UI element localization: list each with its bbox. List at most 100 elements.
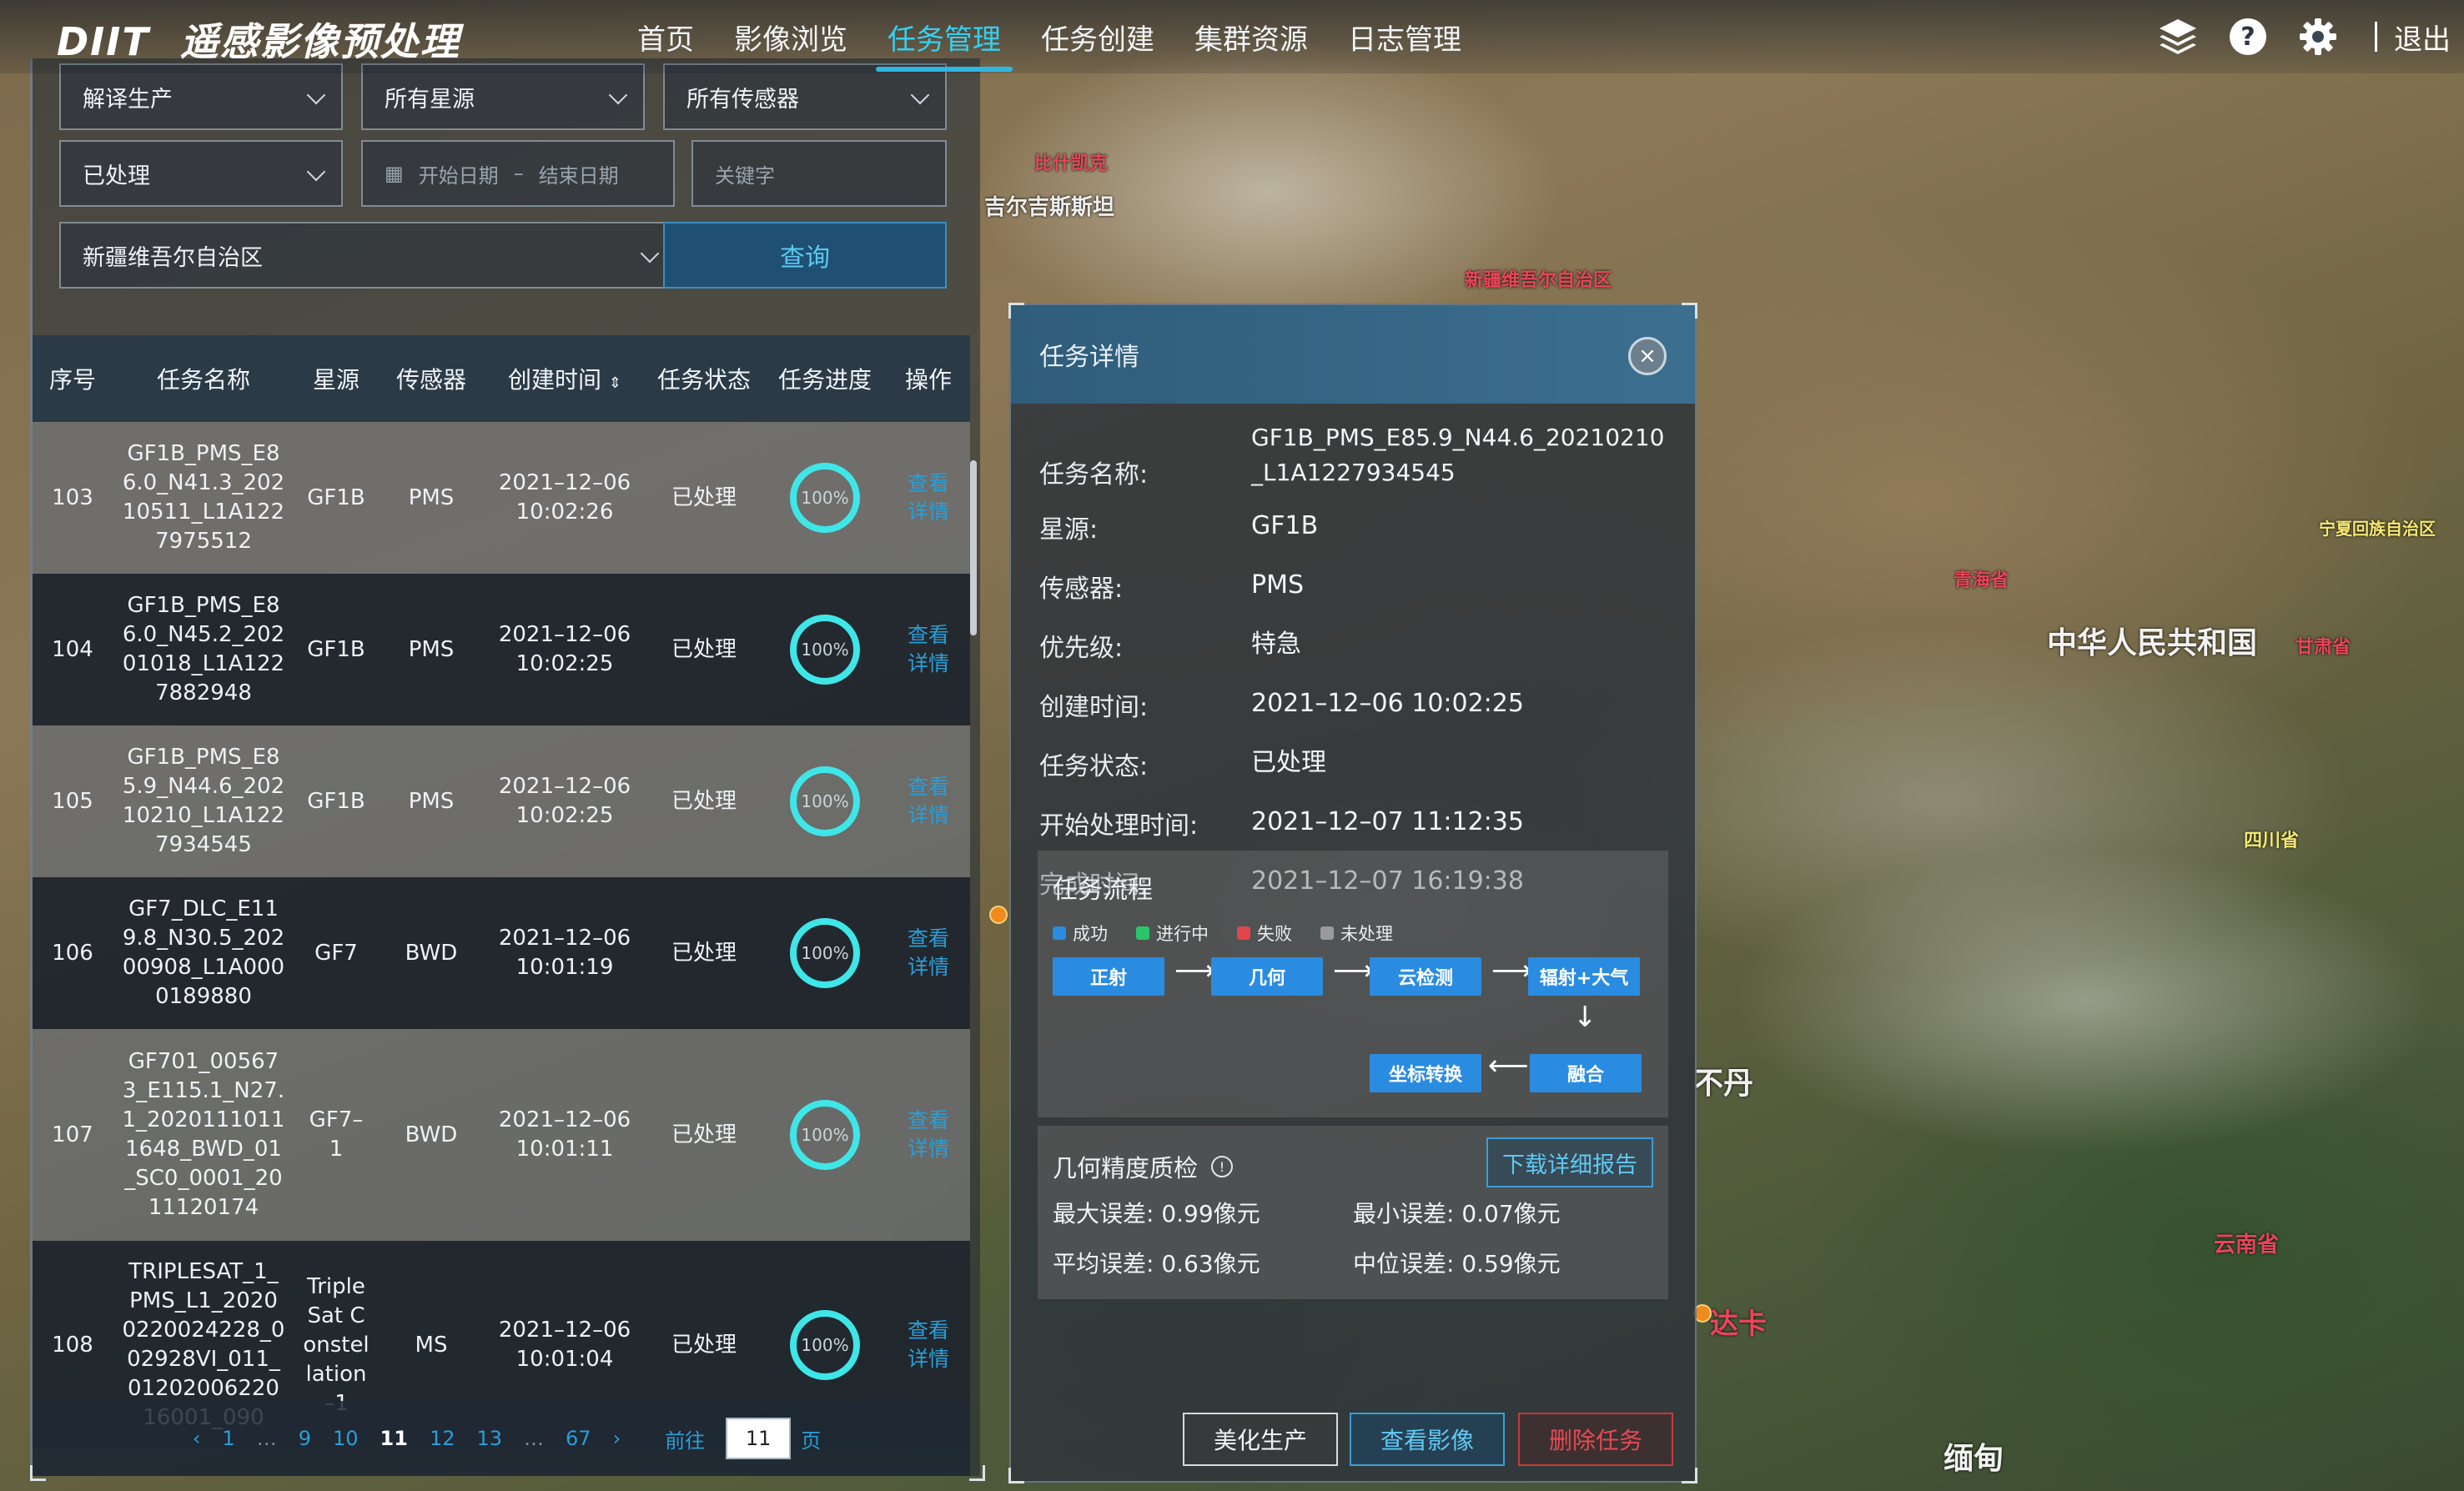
table-scrollbar[interactable] [970,460,977,635]
sensor-select[interactable]: 所有传感器 [663,63,947,130]
table-row[interactable]: 103 GF1B_PMS_E8 6.0_N41.3_202 10511_L1A122 7… [33,422,970,574]
cell-status: 已处理 [671,636,737,662]
beautify-production-button[interactable]: 美化生产 [1183,1413,1338,1466]
flow-step-radiometric[interactable]: 辐射+大气 [1528,957,1640,996]
type-select[interactable]: 解译生产 [59,63,343,130]
table-header: 序号 任务名称 星源 传感器 创建时间 ⇕ 任务状态 任务进度 操作 [33,335,970,422]
map-label: 缅甸 [1944,1442,2004,1476]
cell-sensor: BWD [405,940,458,966]
next-page-button[interactable]: › [613,1427,621,1450]
legend-swatch [1053,926,1066,940]
close-icon[interactable]: × [1628,337,1667,375]
page-number[interactable]: 9 [299,1427,311,1450]
flow-step-coordinate-transform[interactable]: 坐标转换 [1370,1054,1481,1092]
progress-ring: 100% [790,615,860,685]
view-details-link[interactable]: 查看 详情 [887,621,970,678]
view-details-text: 查看 [907,623,949,647]
progress-ring: 100% [790,1310,860,1380]
page-number[interactable]: 67 [566,1427,591,1450]
col-header-operation: 操作 [904,366,952,394]
table-row[interactable]: 107 GF701_00567 3_E115.1_N27. 1_2020111011 1… [33,1029,970,1241]
nav-task-create[interactable]: 任务创建 [1021,0,1174,73]
panel-corner [30,1465,46,1481]
end-date-field[interactable]: 结束日期 [539,159,619,188]
cell-sensor: PMS [408,484,455,510]
geo-qc-title-text: 几何精度质检 [1053,1154,1199,1182]
status-select[interactable]: 已处理 [59,140,343,207]
flow-step-cloud-detect[interactable]: 云检测 [1370,957,1481,996]
page-suffix: 页 [801,1428,822,1453]
page-number[interactable]: 13 [476,1427,502,1450]
flow-step-fusion[interactable]: 融合 [1530,1054,1642,1092]
prev-page-button[interactable]: ‹ [193,1427,201,1450]
time-line: 10:02:25 [515,803,614,828]
info-icon[interactable]: ! [1211,1156,1234,1177]
task-name-line: 1648_BWD_01 [125,1137,282,1162]
min-error: 最小误差: 0.07像元 [1353,1200,1561,1227]
time-line: 2021–12–06 [498,926,631,951]
help-icon[interactable]: ? [2226,15,2270,58]
date-range-picker[interactable]: ▦ 开始日期 – 结束日期 [361,140,675,207]
date-separator: – [513,162,524,185]
task-name-line: 10511_L1A122 [122,500,285,525]
legend-label: 未处理 [1340,924,1393,944]
table-row[interactable]: 104 GF1B_PMS_E8 6.0_N45.2_202 01018_L1A122 7… [33,574,970,725]
cell-sensor: PMS [408,788,455,814]
view-details-link[interactable]: 查看 详情 [887,1317,970,1373]
field-value: 特急 [1251,630,1301,659]
cell-status: 已处理 [671,788,737,814]
field-value: 2021–12–06 10:02:25 [1251,689,1524,718]
nav-cluster-resources[interactable]: 集群资源 [1174,0,1328,73]
view-details-text: 详情 [907,955,949,979]
goto-page-input[interactable]: 11 [726,1418,792,1459]
nav-image-browse[interactable]: 影像浏览 [714,0,867,73]
table-row[interactable]: 105 GF1B_PMS_E8 5.9_N44.6_202 10210_L1A122 7… [33,725,970,877]
page-number[interactable]: 1 [222,1427,234,1450]
view-details-link[interactable]: 查看 详情 [887,773,970,830]
task-name-line: 01018_L1A122 [122,651,285,676]
col-header-satellite: 星源 [312,366,360,394]
query-button[interactable]: 查询 [663,222,947,289]
flow-step-orthorectify[interactable]: 正射 [1053,957,1164,996]
task-name-line: 9.8_N30.5_202 [122,926,285,951]
map-marker[interactable] [989,906,1008,924]
nav-home[interactable]: 首页 [617,0,714,73]
page-number[interactable]: 12 [430,1427,455,1450]
map-label: 青海省 [1954,570,2009,591]
sort-icon[interactable]: ⇕ [609,374,621,392]
time-line: 10:01:11 [515,1137,614,1162]
satellite-line: GF7– [309,1107,364,1132]
legend-swatch [1136,926,1149,940]
table-row[interactable]: 106 GF7_DLC_E11 9.8_N30.5_202 00908_L1A000 0… [33,877,970,1029]
field-value: 已处理 [1251,748,1326,777]
region-select[interactable]: 新疆维吾尔自治区 [59,222,676,289]
settings-gear-icon[interactable] [2296,15,2340,58]
download-report-button[interactable]: 下载详细报告 [1486,1137,1653,1187]
view-details-text: 查看 [907,1108,949,1132]
view-details-link[interactable]: 查看 详情 [887,469,970,526]
detail-field: 任务名称: GF1B_PMS_E85.9_N44.6_20210210_L1A12… [1039,420,1673,490]
dialog-corner [1682,303,1697,319]
delete-task-button[interactable]: 删除任务 [1518,1413,1673,1466]
view-details-link[interactable]: 查看 详情 [887,925,970,981]
view-details-link[interactable]: 查看 详情 [887,1107,970,1163]
nav-task-management[interactable]: 任务管理 [867,0,1021,73]
start-date-field[interactable]: 开始日期 [419,159,499,188]
layers-icon[interactable] [2156,15,2200,58]
col-header-created[interactable]: 创建时间 ⇕ [485,362,645,395]
chevron-down-icon [640,243,660,264]
legend-item: 失败 [1237,921,1292,946]
progress-ring: 100% [790,463,860,533]
cell-satellite: GF7 [294,939,378,968]
satellite-select[interactable]: 所有星源 [361,63,645,130]
page-number[interactable]: 11 [380,1427,408,1450]
legend-swatch [1320,926,1334,940]
view-image-button[interactable]: 查看影像 [1350,1413,1505,1466]
logout-button[interactable]: 退出 [2394,17,2451,58]
keyword-input[interactable]: 关键字 [691,140,947,207]
nav-log-management[interactable]: 日志管理 [1328,0,1481,73]
field-value: GF1B [1251,511,1319,540]
flow-step-geometry[interactable]: 几何 [1211,957,1323,996]
page-number[interactable]: 10 [333,1427,359,1450]
task-name-line: 11120174 [148,1195,259,1220]
